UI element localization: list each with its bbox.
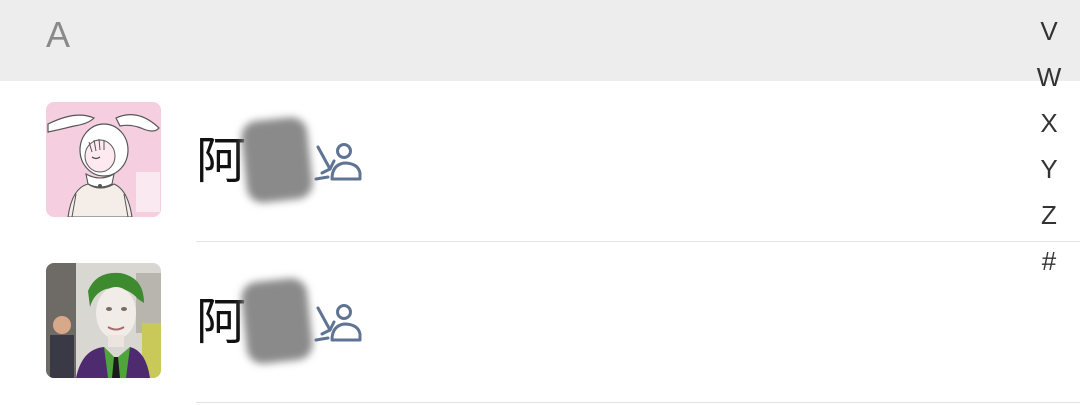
index-letter-x[interactable]: X [1024, 100, 1074, 146]
contact-tag-icon [314, 143, 362, 181]
index-letter-y[interactable]: Y [1024, 146, 1074, 192]
index-letter-z[interactable]: Z [1024, 192, 1074, 238]
index-letter-v[interactable]: V [1024, 8, 1074, 54]
section-letter: A [46, 14, 71, 55]
index-letter-w[interactable]: W [1024, 54, 1074, 100]
redacted-name-blur [239, 276, 315, 366]
row-divider [196, 402, 1080, 403]
index-letter-hash[interactable]: # [1024, 238, 1074, 284]
contact-name: 阿 [196, 132, 246, 190]
contact-row[interactable]: 阿 [0, 242, 1080, 403]
alphabet-index-bar[interactable]: V W X Y Z # [1024, 8, 1074, 284]
joker-photo-avatar-image [46, 263, 161, 378]
contact-row[interactable]: 阿 [0, 81, 1080, 242]
illustrated-girl-avatar-image [46, 102, 161, 217]
redacted-name-blur [239, 115, 315, 205]
section-header: A [0, 0, 1080, 81]
contact-avatar[interactable] [46, 102, 161, 217]
contact-avatar[interactable] [46, 263, 161, 378]
contact-tag-icon [314, 304, 362, 342]
contact-name: 阿 [196, 293, 246, 351]
